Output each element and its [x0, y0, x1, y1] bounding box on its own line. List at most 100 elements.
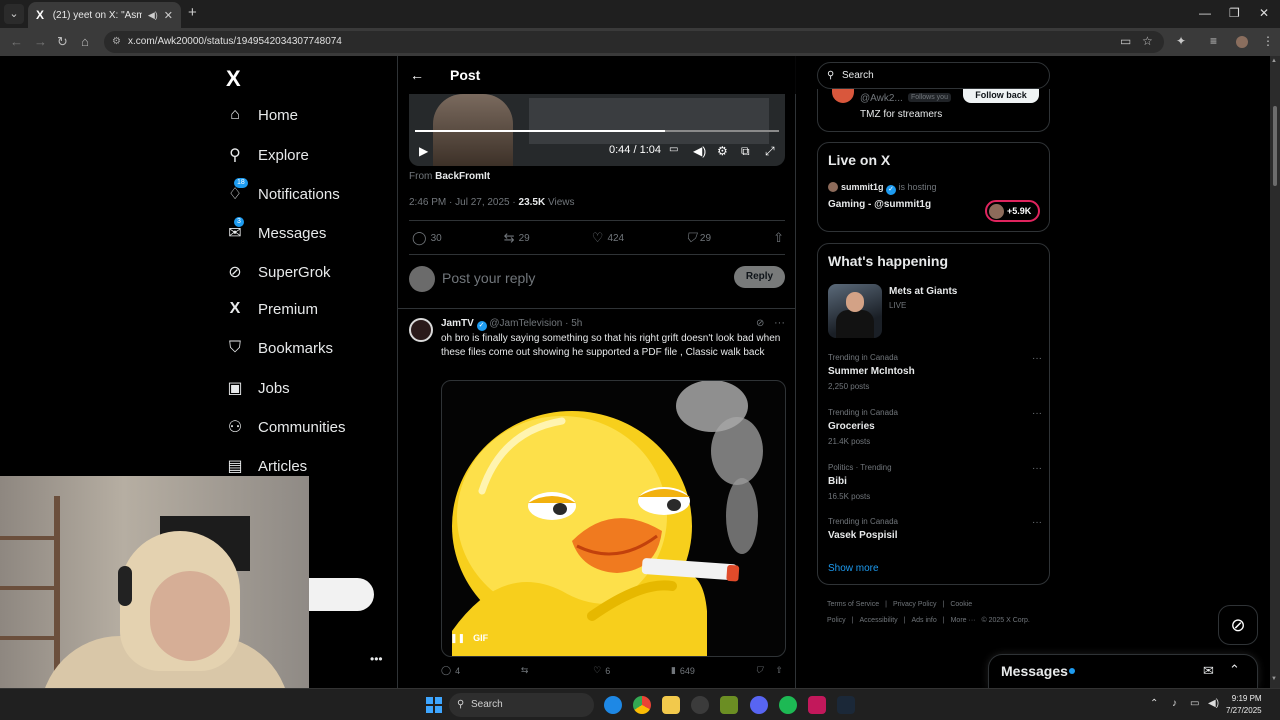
like-action[interactable]: ♡ 6 — [593, 665, 610, 676]
pause-icon[interactable]: ❚❚ — [450, 633, 465, 644]
nav-item-bookmarks[interactable]: ⛉ Bookmarks — [226, 339, 333, 357]
reading-list-icon[interactable]: ≡ — [1210, 34, 1217, 48]
fullscreen-icon[interactable]: ⤢ — [765, 144, 775, 159]
nav-item-messages[interactable]: ✉ 3 Messages — [226, 217, 326, 243]
x-logo[interactable]: X — [226, 66, 241, 92]
new-tab-button[interactable]: + — [188, 5, 197, 21]
reply-action[interactable]: ◯ 4 — [441, 665, 460, 676]
bookmark-star-icon[interactable]: ☆ — [1142, 34, 1153, 48]
live-stream-title[interactable]: Gaming - @summit1g — [828, 199, 931, 210]
video-progress-bar[interactable] — [415, 130, 779, 132]
cast-icon[interactable]: ▭ — [1120, 34, 1131, 48]
profile-avatar[interactable] — [1236, 36, 1248, 48]
suggested-user-avatar[interactable] — [832, 89, 854, 103]
page-scrollbar[interactable]: ▲ ▼ — [1270, 56, 1280, 688]
trend-item[interactable]: Trending in Canada Groceries 21.4K posts… — [828, 408, 1042, 446]
minimize-icon[interactable]: — — [1199, 6, 1211, 20]
tweet-author-avatar[interactable] — [409, 318, 433, 342]
more-options-icon[interactable]: ··· — [774, 317, 785, 329]
captions-icon[interactable]: ▭ — [669, 144, 678, 155]
new-message-icon[interactable]: ✉ — [1203, 663, 1214, 679]
nav-item-home[interactable]: ⌂ Home — [226, 106, 298, 124]
show-more-link[interactable]: Show more — [828, 563, 879, 574]
trend-item[interactable]: Trending in Canada Vasek Pospisil ··· — [828, 517, 1042, 541]
browser-menu-icon[interactable]: ⋮ — [1262, 34, 1274, 48]
speaker-icon[interactable]: ◀) — [148, 10, 158, 21]
obs-icon[interactable] — [691, 696, 709, 714]
trend-more-icon[interactable]: ··· — [1032, 353, 1042, 364]
trend-more-icon[interactable]: ··· — [1032, 517, 1042, 528]
scroll-down-icon[interactable]: ▼ — [1271, 676, 1277, 682]
play-icon[interactable]: ▶ — [419, 144, 428, 158]
account-more-icon[interactable]: ••• — [370, 652, 383, 666]
featured-event-image[interactable] — [828, 284, 882, 338]
edge-icon[interactable] — [604, 696, 622, 714]
tweet-gif[interactable]: ❚❚ GIF — [441, 380, 786, 657]
footer-link[interactable]: More ··· — [951, 617, 976, 624]
share-action[interactable]: ⇧ — [773, 230, 784, 246]
tweet-handle[interactable]: @JamTelevision · 5h — [489, 318, 582, 329]
live-viewers-pill[interactable]: +5.9K — [985, 200, 1040, 222]
views-action[interactable]: ▮ 649 — [671, 665, 695, 676]
repost-action[interactable]: ⇆ — [521, 665, 533, 676]
scrollbar-thumb[interactable] — [1273, 106, 1277, 186]
source-link[interactable]: BackFromIt — [435, 171, 490, 182]
footer-link[interactable]: Ads info — [911, 617, 936, 624]
search-input[interactable]: ⚲ Search — [817, 62, 1050, 89]
app-icon[interactable] — [720, 696, 738, 714]
browser-tab[interactable]: X (21) yeet on X: "Asmongold ◀) ✕ — [28, 2, 181, 28]
close-window-icon[interactable]: ✕ — [1259, 6, 1269, 20]
app-icon[interactable] — [808, 696, 826, 714]
post-timestamp[interactable]: 2:46 PM · Jul 27, 2025 · — [409, 197, 519, 208]
reply-button[interactable]: Reply — [734, 266, 785, 288]
reply-input[interactable]: Post your reply — [442, 270, 535, 286]
discord-icon[interactable] — [750, 696, 768, 714]
bookmark-icon[interactable]: ⛉ — [756, 665, 763, 676]
footer-link[interactable]: Terms of Service — [827, 601, 879, 608]
settings-gear-icon[interactable]: ⚙ — [717, 144, 728, 158]
reload-icon[interactable]: ↻ — [57, 34, 68, 50]
trend-item[interactable]: Politics · Trending Bibi 16.5K posts ··· — [828, 463, 1042, 501]
tab-search-button[interactable]: ⌄ — [4, 4, 24, 24]
close-tab-icon[interactable]: ✕ — [164, 9, 173, 22]
nav-item-explore[interactable]: ⚲ Explore — [226, 145, 309, 165]
restore-icon[interactable]: ❐ — [1229, 6, 1240, 20]
nav-item-articles[interactable]: ▤ Articles — [226, 456, 307, 476]
popout-icon[interactable]: ⧉ — [741, 144, 750, 159]
microphone-icon[interactable]: ♪ — [1172, 698, 1177, 709]
footer-link[interactable]: Accessibility — [860, 617, 898, 624]
follow-back-button[interactable]: Follow back — [963, 89, 1039, 103]
tweet-author-name[interactable]: JamTV — [441, 318, 474, 329]
network-icon[interactable]: ▭ — [1190, 698, 1199, 709]
grok-explain-icon[interactable]: ⊘ — [756, 318, 764, 329]
host-avatar[interactable] — [828, 182, 838, 192]
forward-arrow-icon[interactable]: → — [34, 34, 47, 49]
repost-action[interactable]: ⇆ 29 — [504, 230, 530, 246]
featured-event-title[interactable]: Mets at Giants — [889, 286, 957, 297]
home-page-icon[interactable]: ⌂ — [81, 34, 89, 49]
nav-item-premium[interactable]: X Premium — [226, 300, 318, 318]
reply-action[interactable]: ◯ 30 — [412, 230, 442, 246]
back-arrow-icon[interactable]: ← — [10, 34, 23, 49]
back-arrow-icon[interactable]: ← — [410, 67, 424, 83]
volume-icon[interactable]: ◀) — [1208, 698, 1219, 709]
steam-icon[interactable] — [837, 696, 855, 714]
trend-more-icon[interactable]: ··· — [1032, 463, 1042, 474]
nav-item-notifications[interactable]: ♢ 18 Notifications — [226, 178, 340, 204]
expand-up-icon[interactable]: ⌃ — [1229, 662, 1240, 678]
address-bar[interactable]: ⚙ x.com/Awk20000/status/1949542034307748… — [104, 31, 1164, 53]
suggested-user-handle[interactable]: @Awk2... — [860, 93, 903, 104]
tray-chevron-icon[interactable]: ⌃ — [1150, 698, 1158, 709]
nav-item-supergrok[interactable]: ⊘ SuperGrok — [226, 262, 330, 282]
taskbar-search[interactable]: ⚲ Search — [449, 693, 594, 717]
footer-link[interactable]: Privacy Policy — [893, 601, 937, 608]
like-action[interactable]: ♡ 424 — [592, 230, 624, 246]
share-icon[interactable]: ⇧ — [775, 665, 783, 676]
volume-icon[interactable]: ◀) — [693, 144, 706, 158]
scroll-up-icon[interactable]: ▲ — [1271, 58, 1277, 64]
video-player[interactable]: ▶ 0:44 / 1:04 ▭ ◀) ⚙ ⧉ ⤢ — [409, 94, 785, 166]
trend-more-icon[interactable]: ··· — [1032, 408, 1042, 419]
file-explorer-icon[interactable] — [662, 696, 680, 714]
chrome-icon[interactable] — [633, 696, 651, 714]
nav-item-jobs[interactable]: ▣ Jobs — [226, 378, 289, 398]
